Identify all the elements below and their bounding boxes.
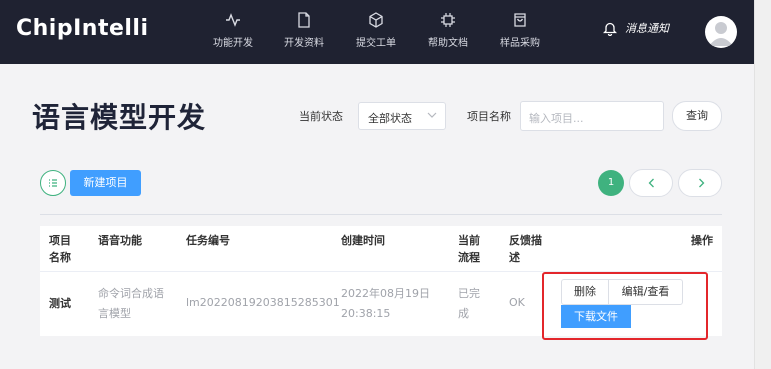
project-name-label: 项目名称 (467, 110, 511, 123)
cell-feedback: OK (509, 296, 525, 309)
notification-label: 消息通知 (625, 22, 669, 35)
column-header-project-name: 项目名称 (49, 234, 71, 264)
nav-label: 开发资料 (284, 38, 324, 49)
list-icon (49, 179, 57, 187)
column-header-feedback: 反馈描述 (509, 234, 542, 264)
actions-highlight-box (542, 272, 708, 340)
nav-item-dev-resources[interactable]: 开发资料 (274, 12, 334, 49)
nav-item-help-docs[interactable]: 帮助文档 (418, 12, 478, 49)
notification-link[interactable]: 消息通知 (603, 20, 669, 36)
column-header-task-id: 任务编号 (186, 234, 230, 247)
query-button[interactable]: 查询 (672, 101, 722, 131)
cell-project-name: 测试 (49, 297, 71, 310)
column-header-voice-function: 语音功能 (98, 234, 142, 247)
next-page-button[interactable] (678, 169, 722, 197)
chevron-down-icon (427, 112, 437, 118)
status-select-value: 全部状态 (368, 112, 412, 125)
nav-label: 帮助文档 (428, 38, 468, 49)
top-nav-bar: ChipIntelli 功能开发 开发资料 提交工单 帮助文档 样品采购 消息通… (0, 0, 754, 64)
chip-icon (441, 13, 455, 27)
logo[interactable]: ChipIntelli (16, 16, 149, 41)
page-title: 语言模型开发 (32, 101, 207, 134)
cell-current-flow: 已完成 (458, 287, 480, 320)
prev-page-button[interactable] (629, 169, 673, 197)
user-avatar-icon (709, 22, 733, 46)
nav-item-feature-dev[interactable]: 功能开发 (203, 12, 263, 49)
activity-icon (226, 13, 240, 27)
nav-label: 提交工单 (356, 38, 396, 49)
nav-label: 功能开发 (213, 38, 253, 49)
cell-created-time: 2022年08月19日 20:38:15 (341, 287, 430, 320)
status-select[interactable]: 全部状态 (358, 102, 446, 130)
avatar[interactable] (705, 16, 737, 48)
status-filter-label: 当前状态 (299, 110, 343, 123)
project-name-input[interactable]: 输入项目... (520, 101, 664, 131)
current-page-indicator[interactable]: 1 (598, 170, 624, 196)
column-header-actions: 操作 (691, 234, 713, 247)
document-icon (298, 12, 310, 28)
column-header-current-flow: 当前流程 (458, 234, 480, 264)
section-divider (40, 214, 722, 215)
chevron-left-icon (648, 178, 654, 188)
nav-item-submit-ticket[interactable]: 提交工单 (346, 12, 406, 49)
cell-voice-function: 命令词合成语言模型 (98, 287, 164, 320)
nav-label: 样品采购 (500, 38, 540, 49)
column-header-created-time: 创建时间 (341, 234, 385, 247)
new-project-button[interactable]: 新建项目 (70, 170, 141, 196)
nav-item-sample-purchase[interactable]: 样品采购 (490, 12, 550, 49)
page-scrollbar[interactable] (754, 0, 771, 369)
bell-icon (603, 22, 617, 36)
cell-task-id: lm20220819203815285301 (186, 296, 340, 309)
list-view-button[interactable] (40, 170, 66, 196)
chevron-right-icon (699, 178, 705, 188)
cube-icon (369, 12, 383, 28)
shopping-bag-icon (514, 13, 526, 27)
